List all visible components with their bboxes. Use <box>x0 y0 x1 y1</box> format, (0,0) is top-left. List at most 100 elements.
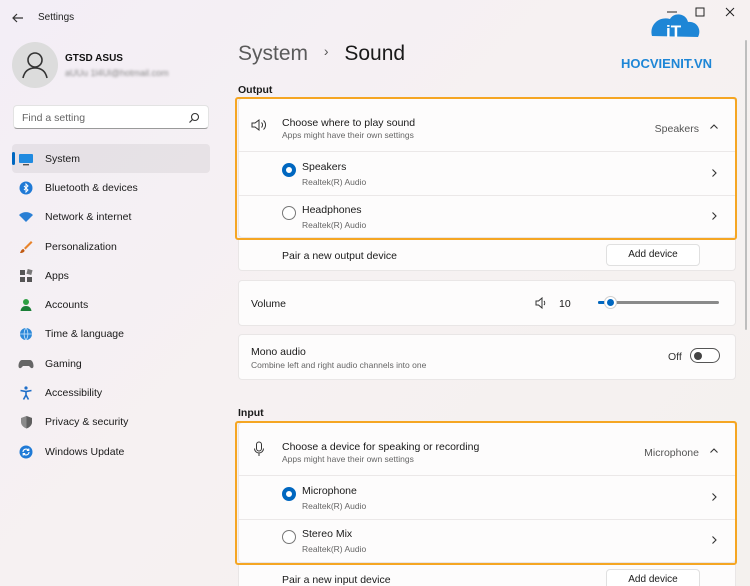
bluetooth-icon <box>18 180 34 196</box>
sidebar-item-label: Accessibility <box>45 387 103 400</box>
radio-unselected[interactable] <box>282 530 296 544</box>
avatar <box>12 42 58 88</box>
back-arrow-icon[interactable] <box>10 10 26 26</box>
device-name: Stereo Mix <box>302 528 353 540</box>
input-device-stereo-mix[interactable]: Stereo Mix Realtek(R) Audio <box>239 520 735 563</box>
output-choose-row[interactable]: Choose where to play sound Apps might ha… <box>239 99 735 151</box>
breadcrumb: System › Sound <box>238 42 405 66</box>
sidebar-item-accessibility[interactable]: Accessibility <box>12 378 210 407</box>
device-driver: Realtek(R) Audio <box>302 501 367 511</box>
svg-text:iT: iT <box>666 22 682 41</box>
add-output-device-button[interactable]: Add device <box>606 244 700 266</box>
output-device-speakers[interactable]: Speakers Realtek(R) Audio <box>239 152 735 195</box>
chevron-right-icon[interactable] <box>709 211 719 221</box>
volume-value: 10 <box>559 298 571 310</box>
svg-text:HOCVIENIT.VN: HOCVIENIT.VN <box>621 56 712 71</box>
output-section-title: Output <box>238 84 273 96</box>
sidebar-item-gaming[interactable]: Gaming <box>12 349 210 378</box>
mono-audio-title: Mono audio <box>251 346 306 358</box>
device-driver: Realtek(R) Audio <box>302 177 367 187</box>
sidebar-item-label: Privacy & security <box>45 416 129 429</box>
sidebar-item-label: Accounts <box>45 299 89 312</box>
volume-slider-thumb[interactable] <box>604 296 618 309</box>
input-selected-value: Microphone <box>644 447 699 459</box>
user-name: GTSD ASUS <box>65 53 123 64</box>
breadcrumb-parent[interactable]: System <box>238 42 308 65</box>
device-name: Microphone <box>302 485 357 497</box>
page-title: Sound <box>344 42 406 65</box>
input-choose-title: Choose a device for speaking or recordin… <box>282 441 480 453</box>
input-choose-subtitle: Apps might have their own settings <box>282 454 414 464</box>
sidebar-item-windows-update[interactable]: Windows Update <box>12 437 210 466</box>
chevron-right-icon[interactable] <box>709 492 719 502</box>
device-name: Headphones <box>302 204 362 216</box>
search-icon[interactable] <box>188 112 200 124</box>
logo-mark: iT HOCVIENIT.VN <box>621 14 712 71</box>
mono-audio-subtitle: Combine left and right audio channels in… <box>251 360 427 370</box>
sidebar-item-label: Apps <box>45 269 69 282</box>
sidebar-item-label: Personalization <box>45 240 117 253</box>
sidebar-item-time-language[interactable]: Time & language <box>12 320 210 349</box>
watermark-logo: iT HOCVIENIT.VN <box>618 10 728 76</box>
speaker-icon <box>251 119 266 131</box>
add-input-device-button[interactable]: Add device <box>606 569 700 586</box>
volume-label: Volume <box>251 298 287 310</box>
sidebar-item-label: Network & internet <box>45 211 132 224</box>
volume-slider[interactable] <box>598 296 719 309</box>
sidebar-item-label: Time & language <box>45 328 124 341</box>
sidebar-item-network[interactable]: Network & internet <box>12 203 210 232</box>
chevron-up-icon[interactable] <box>709 446 719 456</box>
pair-output-row: Pair a new output device Add device <box>238 240 736 271</box>
sidebar-item-accounts[interactable]: Accounts <box>12 290 210 319</box>
gamepad-icon <box>18 356 34 372</box>
sidebar-item-apps[interactable]: Apps <box>12 261 210 290</box>
output-device-headphones[interactable]: Headphones Realtek(R) Audio <box>239 196 735 239</box>
brush-icon <box>18 239 34 255</box>
radio-selected[interactable] <box>282 163 296 177</box>
app-title: Settings <box>38 12 75 23</box>
pair-output-label: Pair a new output device <box>282 250 397 262</box>
sidebar-item-label: Windows Update <box>45 445 125 458</box>
breadcrumb-separator: › <box>323 43 329 59</box>
output-choose-subtitle: Apps might have their own settings <box>282 130 414 140</box>
user-profile[interactable]: GTSD ASUS aUUu 1l4Ul@hotmail.com <box>12 42 212 90</box>
search-box[interactable]: Find a setting <box>13 105 209 129</box>
mono-audio-state: Off <box>668 351 682 363</box>
person-icon <box>18 297 34 313</box>
sidebar-item-system[interactable]: System <box>12 144 210 174</box>
sidebar-nav: System Bluetooth & devices Network & int… <box>12 144 210 466</box>
monitor-icon <box>18 151 34 167</box>
output-selected-value: Speakers <box>654 123 699 135</box>
radio-selected[interactable] <box>282 487 296 501</box>
scrollbar[interactable] <box>745 40 747 330</box>
device-name: Speakers <box>302 161 347 173</box>
input-device-card: Choose a device for speaking or recordin… <box>238 422 736 563</box>
radio-unselected[interactable] <box>282 206 296 220</box>
sidebar-item-privacy[interactable]: Privacy & security <box>12 408 210 437</box>
microphone-icon <box>254 441 264 456</box>
device-driver: Realtek(R) Audio <box>302 544 367 554</box>
sidebar-item-bluetooth[interactable]: Bluetooth & devices <box>12 173 210 202</box>
sidebar-item-label: Bluetooth & devices <box>45 181 138 194</box>
volume-icon[interactable] <box>535 297 547 309</box>
user-email: aUUu 1l4Ul@hotmail.com <box>65 68 169 78</box>
input-choose-row[interactable]: Choose a device for speaking or recordin… <box>239 423 735 475</box>
input-device-microphone[interactable]: Microphone Realtek(R) Audio <box>239 476 735 519</box>
search-input[interactable]: Find a setting <box>22 112 85 124</box>
apps-icon <box>18 268 34 284</box>
wifi-icon <box>18 209 34 225</box>
update-icon <box>18 444 34 460</box>
person-icon <box>22 52 48 79</box>
sidebar-item-label: Gaming <box>45 357 82 370</box>
mono-audio-card: Mono audio Combine left and right audio … <box>238 334 736 380</box>
chevron-right-icon[interactable] <box>709 535 719 545</box>
sidebar-item-personalization[interactable]: Personalization <box>12 232 210 261</box>
chevron-up-icon[interactable] <box>709 122 719 132</box>
shield-icon <box>18 414 34 430</box>
device-driver: Realtek(R) Audio <box>302 220 367 230</box>
accessibility-icon <box>18 385 34 401</box>
chevron-right-icon[interactable] <box>709 168 719 178</box>
output-choose-title: Choose where to play sound <box>282 117 416 129</box>
output-device-card: Choose where to play sound Apps might ha… <box>238 98 736 238</box>
mono-audio-toggle[interactable] <box>690 348 720 363</box>
